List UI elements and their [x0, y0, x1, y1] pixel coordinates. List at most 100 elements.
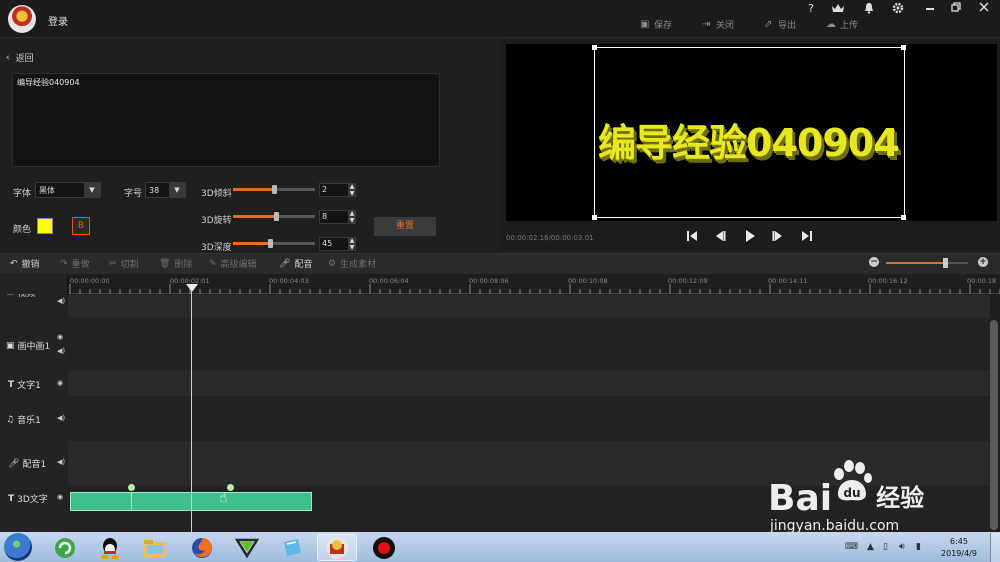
system-clock[interactable]: 6:45 2019/4/9: [934, 536, 984, 560]
help-icon[interactable]: ?: [803, 2, 819, 16]
tray-expand-icon[interactable]: ▲: [867, 542, 874, 552]
restore-icon[interactable]: [948, 2, 964, 16]
update-app-icon[interactable]: [45, 534, 85, 561]
volume-icon[interactable]: 🔊︎: [899, 542, 905, 552]
color-picker[interactable]: [37, 218, 53, 234]
zoom-in-icon[interactable]: +: [978, 257, 988, 267]
firefox-icon[interactable]: [182, 534, 222, 561]
timeline-scrollbar[interactable]: [990, 320, 998, 530]
file-explorer-icon[interactable]: [135, 534, 175, 561]
media-player-icon[interactable]: [227, 534, 267, 561]
resize-handle[interactable]: [901, 215, 906, 220]
resize-handle[interactable]: [901, 45, 906, 50]
font-select[interactable]: 黑体 ▼: [35, 182, 101, 198]
tilt-slider[interactable]: [233, 185, 315, 194]
minimize-icon[interactable]: [922, 2, 938, 16]
speaker-icon[interactable]: ◀︎): [57, 347, 65, 355]
undo-icon: ↶: [10, 258, 18, 269]
resize-handle[interactable]: [592, 45, 597, 50]
music-icon: ♫: [6, 414, 15, 425]
close-icon[interactable]: [976, 2, 992, 16]
track-lane-text[interactable]: [0, 370, 990, 396]
keyboard-icon[interactable]: ⌨: [845, 542, 858, 552]
advanced-edit-button[interactable]: ✎ 高级编辑: [209, 257, 257, 271]
rotate-slider[interactable]: [233, 212, 315, 221]
tick-label: 00:00:06:04: [369, 277, 409, 285]
track-label-pip: ▣ 画中画1: [6, 340, 51, 353]
text-content-input[interactable]: 编导经验040904: [12, 73, 440, 167]
upload-button[interactable]: ☁ 上传: [826, 18, 858, 31]
voiceover-button[interactable]: 🎤︎ 配音: [279, 257, 312, 271]
depth-stepper[interactable]: ▲ ▼: [348, 237, 356, 251]
track-lane-pip[interactable]: [0, 318, 990, 370]
track-lane-music[interactable]: [0, 396, 990, 441]
resize-handle[interactable]: [592, 215, 597, 220]
play-icon[interactable]: [743, 230, 757, 244]
show-desktop-button[interactable]: [990, 533, 1000, 562]
skip-end-icon[interactable]: [800, 230, 814, 244]
generate-material-button[interactable]: ⚙ 生成素材: [328, 257, 376, 271]
exit-button[interactable]: ⇥ 关闭: [702, 18, 734, 31]
font-size-select[interactable]: 38 ▼: [145, 182, 186, 198]
rotate-value[interactable]: 8: [319, 210, 349, 224]
tilt-stepper[interactable]: ▲ ▼: [348, 183, 356, 197]
network-icon[interactable]: ▮: [916, 542, 921, 552]
zoom-slider-fill: [886, 262, 946, 264]
usb-icon[interactable]: ▯: [883, 542, 888, 552]
depth-slider[interactable]: [233, 239, 315, 248]
playhead-handle[interactable]: [186, 284, 198, 292]
tick-label: 00:00:08:06: [469, 277, 509, 285]
scissors-icon: ✂: [109, 258, 117, 269]
export-button[interactable]: ⇗ 导出: [764, 18, 796, 31]
eye-icon[interactable]: ◉: [57, 493, 63, 501]
login-link[interactable]: 登录: [48, 13, 68, 28]
eye-icon[interactable]: ◉: [57, 333, 63, 341]
undo-button[interactable]: ↶ 撤销: [10, 257, 40, 271]
tick-label: 00:00:10:08: [568, 277, 608, 285]
text-icon: T: [8, 493, 15, 504]
speaker-icon[interactable]: ◀︎): [57, 458, 65, 466]
vip-icon[interactable]: [830, 2, 846, 16]
playhead[interactable]: [191, 285, 192, 532]
speaker-icon[interactable]: ◀︎): [57, 414, 65, 422]
track-label-music: ♫ 音乐1: [6, 414, 41, 427]
tilt-value[interactable]: 2: [319, 183, 349, 197]
save-button[interactable]: ▣ 保存: [640, 18, 672, 31]
back-button[interactable]: ‹ 返回: [6, 51, 34, 65]
skip-start-icon[interactable]: [685, 230, 699, 244]
track-lane-video[interactable]: [0, 295, 990, 318]
font-size-label: 字号: [124, 189, 143, 199]
step-back-icon[interactable]: [713, 230, 727, 244]
track-label-voice: 🎤︎ 配音1: [8, 458, 47, 471]
keyframe-point[interactable]: [128, 484, 135, 491]
redo-button[interactable]: ↷ 重做: [60, 257, 90, 271]
tick-label: 00:00:12:09: [668, 277, 708, 285]
keyframe-marker-line: [131, 493, 132, 511]
zoom-slider-handle[interactable]: [943, 258, 949, 268]
eye-icon[interactable]: ◉: [57, 379, 63, 387]
delete-button[interactable]: 🗑 删除: [159, 257, 192, 271]
rotate-slider-handle[interactable]: [274, 212, 280, 221]
step-forward-icon[interactable]: [771, 230, 785, 244]
timeline-zoom-slider[interactable]: [886, 258, 968, 268]
bell-icon[interactable]: [861, 2, 877, 16]
keyframe-point[interactable]: [227, 484, 234, 491]
font-label: 字体: [13, 189, 32, 199]
record-app-icon[interactable]: [364, 534, 404, 561]
settings-icon[interactable]: [890, 2, 906, 16]
dictionary-app-icon[interactable]: [272, 534, 312, 561]
tilt-slider-handle[interactable]: [272, 185, 277, 194]
video-editor-app-icon[interactable]: [317, 534, 357, 561]
bold-toggle[interactable]: B: [72, 217, 90, 235]
depth-slider-handle[interactable]: [267, 239, 273, 248]
user-avatar[interactable]: [8, 5, 36, 33]
redo-icon: ↷: [60, 258, 68, 269]
start-button[interactable]: [4, 533, 32, 561]
reset-button[interactable]: 重置: [374, 217, 436, 236]
rotate-stepper[interactable]: ▲ ▼: [348, 210, 356, 224]
qq-app-icon[interactable]: [90, 534, 130, 561]
zoom-out-icon[interactable]: −: [869, 257, 879, 267]
speaker-icon[interactable]: ◀︎): [57, 297, 65, 305]
cut-button[interactable]: ✂ 切割: [109, 257, 139, 271]
depth-value[interactable]: 45: [319, 237, 349, 251]
